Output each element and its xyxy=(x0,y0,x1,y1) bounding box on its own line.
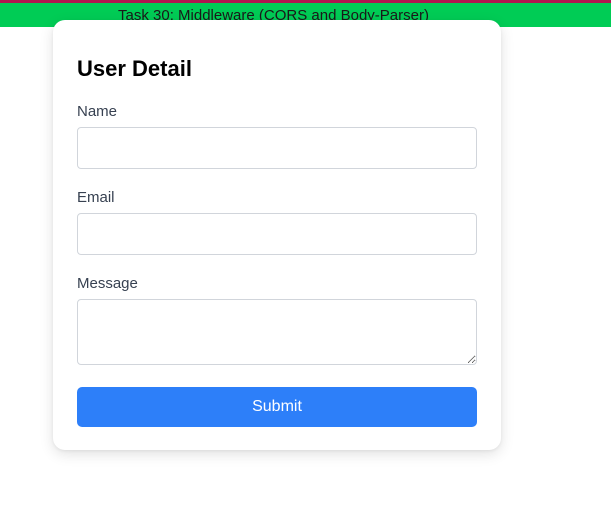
email-input[interactable] xyxy=(77,213,477,255)
message-label: Message xyxy=(77,275,138,292)
user-detail-card: User Detail Name Email Message Submit xyxy=(53,20,501,450)
name-label: Name xyxy=(77,103,118,120)
submit-button[interactable]: Submit xyxy=(77,387,477,427)
name-input[interactable] xyxy=(77,127,477,169)
email-label: Email xyxy=(77,189,115,206)
form-title: User Detail xyxy=(77,56,192,81)
message-textarea[interactable] xyxy=(77,299,477,365)
